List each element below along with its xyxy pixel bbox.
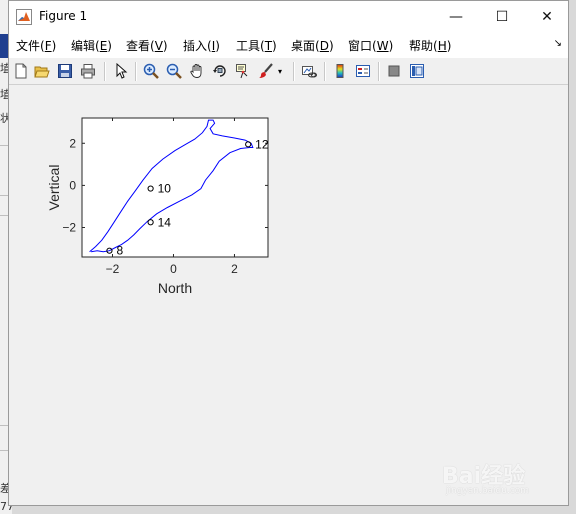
zoom-out-icon[interactable] bbox=[164, 61, 184, 81]
menu-file[interactable]: 文件(F) bbox=[16, 37, 56, 54]
brush-dropdown-icon[interactable]: ▾ bbox=[275, 61, 285, 81]
menu-desktop[interactable]: 桌面(D) bbox=[291, 37, 334, 54]
menu-edit[interactable]: 编辑(E) bbox=[71, 37, 112, 54]
colorbar-icon[interactable] bbox=[330, 61, 350, 81]
legend-icon[interactable] bbox=[353, 61, 373, 81]
pan-hand-icon[interactable] bbox=[187, 61, 207, 81]
y-tick-label: −2 bbox=[62, 221, 76, 235]
save-icon[interactable] bbox=[55, 61, 75, 81]
open-file-icon[interactable] bbox=[32, 61, 52, 81]
menu-bar: 文件(F) 编辑(E) 查看(V) 插入(I) 工具(T) 桌面(D) 窗口(W… bbox=[9, 32, 568, 58]
menu-window[interactable]: 窗口(W) bbox=[348, 37, 393, 54]
matlab-logo-icon bbox=[16, 9, 32, 25]
window-title: Figure 1 bbox=[39, 9, 88, 23]
figure-window: Figure 1 — ☐ ✕ 文件(F) 编辑(E) 查看(V) 插入(I) 工… bbox=[8, 0, 569, 506]
show-plot-tools-icon[interactable] bbox=[407, 61, 427, 81]
new-figure-icon[interactable] bbox=[11, 61, 31, 81]
data-cursor-icon[interactable] bbox=[233, 61, 253, 81]
link-plot-icon[interactable] bbox=[299, 61, 319, 81]
hide-plot-tools-icon[interactable] bbox=[384, 61, 404, 81]
zoom-in-icon[interactable] bbox=[141, 61, 161, 81]
title-bar[interactable]: Figure 1 — ☐ ✕ bbox=[9, 1, 568, 32]
point-label: 10 bbox=[158, 182, 172, 196]
select-arrow-icon[interactable] bbox=[111, 61, 131, 81]
x-tick-label: 2 bbox=[231, 262, 238, 276]
print-icon[interactable] bbox=[78, 61, 98, 81]
point-label: 12 bbox=[255, 137, 269, 151]
menu-help[interactable]: 帮助(H) bbox=[409, 37, 451, 54]
point-label: 14 bbox=[158, 215, 172, 229]
watermark-subtext: jingyan.baidu.com bbox=[446, 486, 530, 496]
y-axis-label: Vertical bbox=[46, 165, 62, 211]
line-plot[interactable]: −2 0 2 −2 0 2 North Vertical 8 10 12 14 bbox=[9, 86, 568, 505]
minimize-button[interactable]: — bbox=[433, 1, 479, 32]
close-button[interactable]: ✕ bbox=[524, 1, 570, 32]
rotate-3d-icon[interactable] bbox=[210, 61, 230, 81]
x-tick-label: −2 bbox=[106, 262, 120, 276]
x-tick-label: 0 bbox=[170, 262, 177, 276]
baidu-watermark: Bai经验 jingyan.baidu.com bbox=[442, 452, 562, 502]
x-axis-label: North bbox=[158, 280, 192, 296]
y-tick-label: 2 bbox=[69, 136, 76, 150]
brush-icon[interactable] bbox=[256, 61, 276, 81]
menu-insert[interactable]: 插入(I) bbox=[183, 37, 220, 54]
y-tick-label: 0 bbox=[69, 178, 76, 192]
figure-canvas: −2 0 2 −2 0 2 North Vertical 8 10 12 14 bbox=[9, 86, 568, 505]
maximize-button[interactable]: ☐ bbox=[479, 1, 525, 32]
menu-view[interactable]: 查看(V) bbox=[126, 37, 168, 54]
figure-toolbar: ▾ bbox=[9, 58, 568, 85]
menu-tools[interactable]: 工具(T) bbox=[236, 37, 277, 54]
dock-arrow-icon[interactable]: ↘ bbox=[554, 38, 562, 49]
point-label: 8 bbox=[116, 244, 123, 258]
